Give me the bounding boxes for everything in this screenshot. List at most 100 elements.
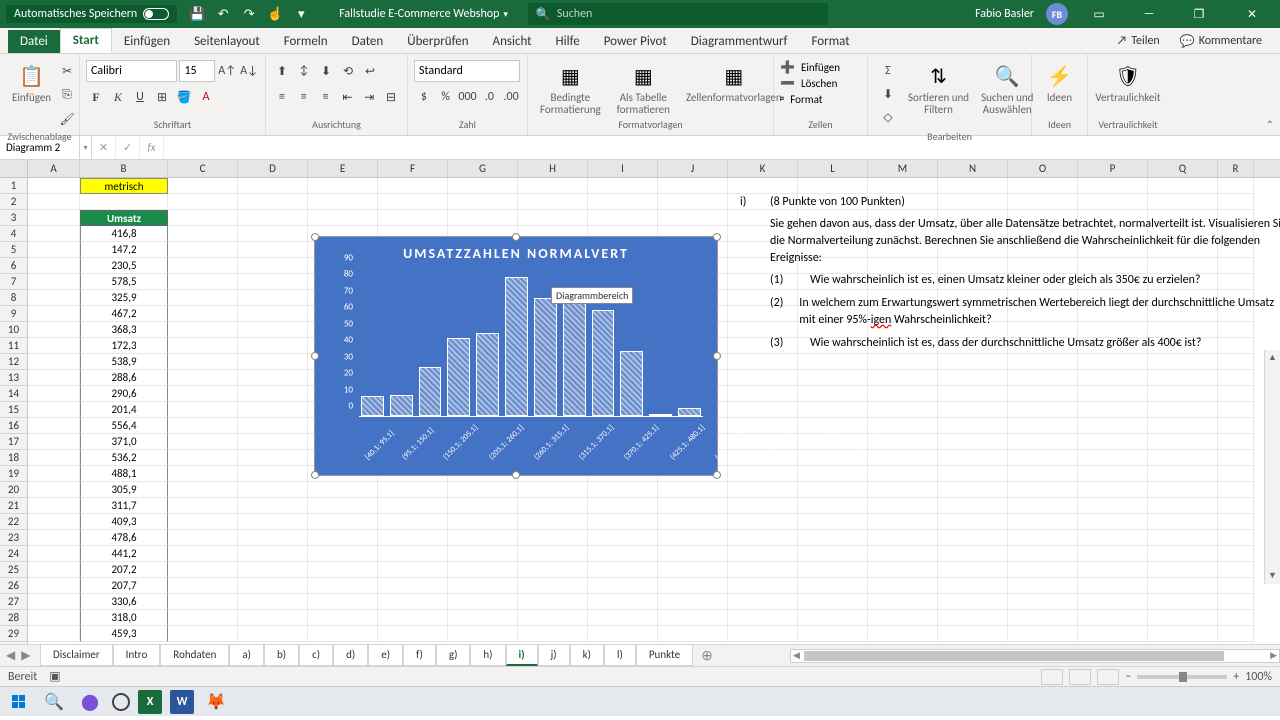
cell[interactable] [658,562,728,578]
cell[interactable] [798,402,868,418]
cell[interactable] [28,610,80,626]
align-right-icon[interactable]: ≡ [316,86,336,108]
cell[interactable] [518,610,588,626]
sheet-tab[interactable]: i) [506,645,538,666]
border-button[interactable]: ⊞ [152,86,172,108]
cell[interactable] [658,578,728,594]
cell[interactable] [1008,514,1078,530]
cell[interactable] [448,530,518,546]
cell[interactable] [168,482,238,498]
sheet-tab[interactable]: h) [470,645,505,666]
cell[interactable] [448,594,518,610]
fx-icon[interactable]: fx [140,136,164,159]
cell[interactable] [938,626,1008,642]
cell[interactable] [448,514,518,530]
indent-inc-icon[interactable]: ⇥ [359,86,379,108]
cell[interactable] [588,546,658,562]
cell[interactable]: 318,0 [80,610,168,626]
cell[interactable] [378,194,448,210]
align-middle-icon[interactable]: ↕ [294,60,314,82]
sheet-tab[interactable]: l) [604,645,636,666]
cell[interactable] [1078,434,1148,450]
chart-bar[interactable] [505,277,528,416]
chart-bar[interactable] [563,297,586,416]
cell[interactable] [938,402,1008,418]
cell[interactable] [728,626,798,642]
col-header[interactable]: L [798,160,868,177]
cell[interactable] [728,594,798,610]
close-icon[interactable]: ✕ [1230,0,1274,28]
cell[interactable] [588,626,658,642]
cell[interactable] [238,242,308,258]
tab-data[interactable]: Daten [340,30,396,53]
tab-layout[interactable]: Seitenlayout [182,30,272,53]
cell[interactable] [1008,354,1078,370]
cell[interactable] [168,386,238,402]
cell[interactable] [238,274,308,290]
cell[interactable] [28,402,80,418]
ideas-button[interactable]: ⚡Ideen [1038,58,1081,106]
cell[interactable]: 368,3 [80,322,168,338]
cell[interactable] [238,594,308,610]
cell[interactable] [868,594,938,610]
cell[interactable] [1008,498,1078,514]
cell[interactable] [28,482,80,498]
bold-button[interactable]: F [86,86,106,108]
sheet-tab[interactable]: d) [333,645,368,666]
cell[interactable]: 305,9 [80,482,168,498]
cell[interactable]: 207,7 [80,578,168,594]
cell[interactable] [168,210,238,226]
italic-button[interactable]: K [108,86,128,108]
cell[interactable] [238,418,308,434]
cell[interactable] [1008,626,1078,642]
cell[interactable] [518,498,588,514]
cell[interactable] [1218,370,1254,386]
cell[interactable] [1008,402,1078,418]
vertical-scrollbar[interactable]: ▲ ▼ [1264,350,1280,584]
cell[interactable] [28,578,80,594]
cell[interactable] [1078,402,1148,418]
cell[interactable]: 409,3 [80,514,168,530]
cell[interactable]: 416,8 [80,226,168,242]
row-header[interactable]: 7 [0,274,27,290]
cell[interactable] [588,498,658,514]
col-header[interactable]: J [658,160,728,177]
cell[interactable] [448,498,518,514]
tab-formulas[interactable]: Formeln [272,30,340,53]
cell[interactable] [1078,562,1148,578]
row-header[interactable]: 6 [0,258,27,274]
row-header[interactable]: 10 [0,322,27,338]
cell[interactable] [28,354,80,370]
cell[interactable] [238,466,308,482]
cell[interactable] [28,338,80,354]
cell[interactable] [1218,402,1254,418]
cell[interactable] [28,274,80,290]
tab-powerpivot[interactable]: Power Pivot [592,30,679,53]
cell[interactable] [378,594,448,610]
cell[interactable] [938,354,1008,370]
chart-bar[interactable] [534,298,557,416]
row-header[interactable]: 3 [0,210,27,226]
cell[interactable] [938,610,1008,626]
cell[interactable] [938,386,1008,402]
cell[interactable] [238,226,308,242]
cell[interactable] [238,386,308,402]
sheet-nav-next-icon[interactable]: ▶ [21,648,30,663]
align-center-icon[interactable]: ≡ [294,86,314,108]
firefox-icon[interactable]: 🦊 [202,688,230,716]
cell[interactable] [238,354,308,370]
select-all-button[interactable] [0,160,27,178]
cell[interactable] [798,578,868,594]
cell[interactable] [1078,482,1148,498]
app2-icon[interactable] [112,693,130,711]
number-format-select[interactable]: Standard [414,60,520,82]
sheet-tab[interactable]: b) [264,645,299,666]
cell[interactable] [588,178,658,194]
cell[interactable] [798,530,868,546]
cell[interactable] [588,210,658,226]
row-header[interactable]: 18 [0,450,27,466]
col-header[interactable]: D [238,160,308,177]
format-painter-icon[interactable]: 🖌 [57,108,77,130]
cell[interactable] [1218,514,1254,530]
cell[interactable] [798,626,868,642]
